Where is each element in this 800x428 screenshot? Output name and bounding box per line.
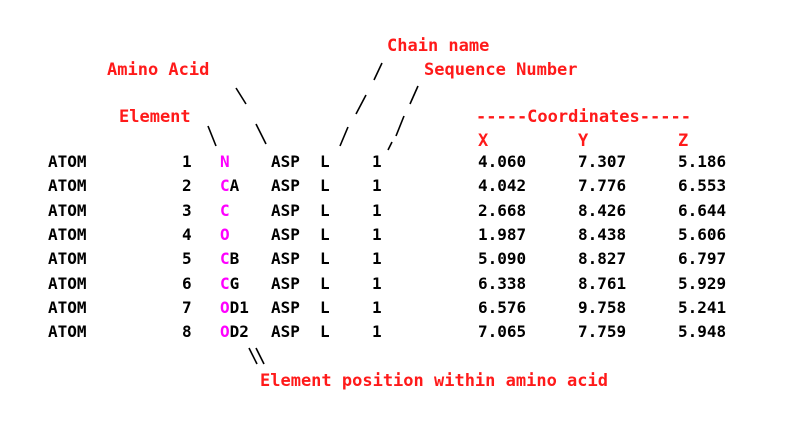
atom-name-cell: OD1 xyxy=(220,298,249,318)
chain-name-leader-3 xyxy=(339,126,349,147)
y-coordinate-cell: 9.758 xyxy=(578,297,627,317)
chain-cell: L xyxy=(320,249,330,269)
record-cell: ATOM xyxy=(48,322,87,342)
chain-name-leader-2 xyxy=(355,94,367,115)
atom-name-cell: CB xyxy=(220,249,239,269)
record-cell: ATOM xyxy=(48,152,87,171)
atom-name-cell: CA xyxy=(220,176,239,196)
x-coordinate-cell: 1.987 xyxy=(478,224,527,244)
sequence-number-leader-3 xyxy=(387,141,393,151)
y-coordinate-cell: 8.827 xyxy=(578,249,627,269)
record-cell: ATOM xyxy=(48,297,87,317)
chain-name-leader-1 xyxy=(373,62,383,81)
x-coordinate-cell: 5.090 xyxy=(478,249,527,269)
sequence-cell: 1 xyxy=(372,176,382,196)
residue-cell: ASP xyxy=(271,200,300,220)
serial-cell: 5 xyxy=(182,249,192,269)
element-symbol: C xyxy=(220,273,230,293)
element-leader xyxy=(207,125,217,147)
chain-cell: L xyxy=(320,273,330,293)
z-coordinate-cell: 6.797 xyxy=(678,249,727,269)
record-cell: ATOM xyxy=(48,273,87,293)
sequence-cell: 1 xyxy=(372,200,382,220)
residue-cell: ASP xyxy=(271,297,300,317)
chain-cell: L xyxy=(320,200,330,220)
atom-name-cell: N xyxy=(220,152,230,172)
element-symbol: C xyxy=(220,200,230,220)
chain-cell: L xyxy=(320,297,330,317)
x-coordinate-cell: 7.065 xyxy=(478,322,527,342)
record-cell: ATOM xyxy=(48,224,87,244)
serial-cell: 1 xyxy=(182,152,192,171)
record-cell: ATOM xyxy=(48,176,87,196)
sequence-cell: 1 xyxy=(372,152,382,171)
element-position: D2 xyxy=(229,322,249,342)
x-coordinate-cell: 4.042 xyxy=(478,176,527,196)
element-position: G xyxy=(229,273,240,293)
element-position-leader-1 xyxy=(248,347,258,365)
y-coordinate-cell: 7.759 xyxy=(578,322,627,342)
residue-cell: ASP xyxy=(271,322,300,342)
y-coordinate-cell: 8.426 xyxy=(578,200,627,220)
element-symbol: O xyxy=(220,224,230,244)
x-coordinate-cell: 6.576 xyxy=(478,297,527,317)
residue-cell: ASP xyxy=(271,176,300,196)
residue-cell: ASP xyxy=(271,273,300,293)
serial-cell: 3 xyxy=(182,200,192,220)
sequence-cell: 1 xyxy=(372,273,382,293)
z-coordinate-cell: 5.241 xyxy=(678,297,727,317)
atom-name-cell: CG xyxy=(220,274,239,294)
element-symbol: C xyxy=(220,249,230,269)
amino-acid-leader-upper xyxy=(235,87,247,105)
chain-cell: L xyxy=(320,176,330,196)
element-position: B xyxy=(229,249,240,269)
element-symbol: O xyxy=(220,322,230,342)
residue-cell: ASP xyxy=(271,249,300,269)
sequence-cell: 1 xyxy=(372,322,382,342)
element-symbol: C xyxy=(220,176,230,196)
element-position: A xyxy=(229,176,240,196)
serial-cell: 4 xyxy=(182,224,192,244)
amino-acid-leader-lower xyxy=(255,123,267,145)
element-position: D1 xyxy=(229,297,249,317)
pdb-atom-diagram: Chain name Amino Acid Sequence Number El… xyxy=(0,0,800,428)
serial-cell: 8 xyxy=(182,322,192,342)
y-coordinate-cell: 8.438 xyxy=(578,224,627,244)
x-coordinate-cell: 6.338 xyxy=(478,273,527,293)
record-cell: ATOM xyxy=(48,249,87,269)
sequence-cell: 1 xyxy=(372,224,382,244)
x-coordinate-cell: 4.060 xyxy=(478,152,527,171)
sequence-number-leader-1 xyxy=(409,85,419,105)
residue-cell: ASP xyxy=(271,152,300,171)
z-coordinate-cell: 5.929 xyxy=(678,273,727,293)
z-coordinate-cell: 6.644 xyxy=(678,200,727,220)
y-coordinate-cell: 7.307 xyxy=(578,152,627,171)
sequence-number-leader-2 xyxy=(395,115,405,137)
chain-cell: L xyxy=(320,322,330,342)
element-symbol: N xyxy=(220,152,230,171)
atom-name-cell: O xyxy=(220,225,230,245)
chain-cell: L xyxy=(320,152,330,171)
y-coordinate-cell: 7.776 xyxy=(578,176,627,196)
z-coordinate-cell: 5.606 xyxy=(678,224,727,244)
sequence-cell: 1 xyxy=(372,249,382,269)
sequence-cell: 1 xyxy=(372,297,382,317)
serial-cell: 7 xyxy=(182,297,192,317)
chain-cell: L xyxy=(320,224,330,244)
element-symbol: O xyxy=(220,297,230,317)
element-position-leader-2 xyxy=(255,347,265,365)
y-coordinate-cell: 8.761 xyxy=(578,273,627,293)
z-coordinate-cell: 6.553 xyxy=(678,176,727,196)
atom-name-cell: OD2 xyxy=(220,322,249,342)
z-coordinate-cell: 5.948 xyxy=(678,322,727,342)
serial-cell: 6 xyxy=(182,273,192,293)
residue-cell: ASP xyxy=(271,224,300,244)
serial-cell: 2 xyxy=(182,176,192,196)
atom-name-cell: C xyxy=(220,201,230,221)
record-cell: ATOM xyxy=(48,200,87,220)
x-coordinate-cell: 2.668 xyxy=(478,200,527,220)
z-coordinate-cell: 5.186 xyxy=(678,152,727,171)
